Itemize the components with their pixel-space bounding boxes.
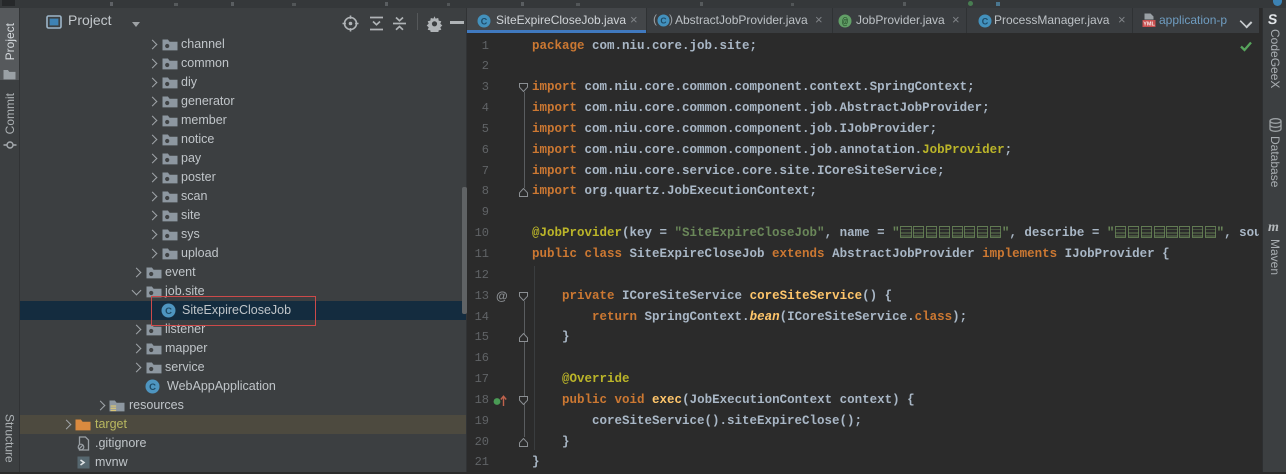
svg-text:C: C [982, 16, 989, 26]
svg-text:YML: YML [1143, 22, 1155, 28]
svg-text:@: @ [842, 17, 848, 29]
svg-text:C: C [481, 16, 488, 26]
svg-text:C: C [660, 16, 666, 26]
svg-text:C: C [149, 382, 156, 393]
